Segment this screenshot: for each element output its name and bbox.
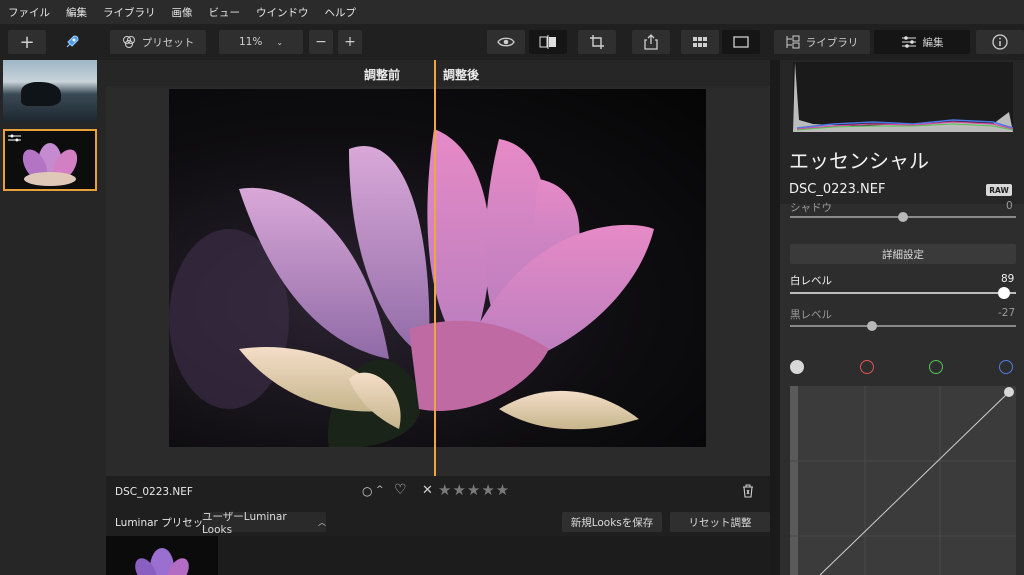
reset-label: リセット調整 <box>688 516 752 529</box>
black-level-label: 黒レベル <box>790 309 832 321</box>
preset-group-value: ユーザーLuminar Looks <box>202 510 287 536</box>
trash-icon[interactable] <box>742 484 754 498</box>
zoom-out-button[interactable]: − <box>309 30 333 54</box>
single-image-icon <box>733 36 749 48</box>
after-label: 調整後 <box>443 68 480 82</box>
preset-thumbnail[interactable] <box>106 536 218 575</box>
raw-badge: RAW <box>986 184 1012 196</box>
menu-library[interactable]: ライブラリ <box>103 5 156 20</box>
curve-channel-red[interactable] <box>860 360 874 374</box>
menu-bar: ファイル 編集 ライブラリ 画像 ビュー ウインドウ ヘルプ <box>0 0 1024 24</box>
rocket-icon[interactable] <box>58 30 86 54</box>
caret-up-icon[interactable]: ^ <box>376 485 384 495</box>
edit-label: 編集 <box>922 36 944 49</box>
menu-file[interactable]: ファイル <box>8 5 50 20</box>
info-button[interactable] <box>976 30 1024 54</box>
black-level-slider-knob[interactable] <box>867 321 877 331</box>
library-tab[interactable]: ライブラリ <box>774 30 870 54</box>
library-icon <box>786 35 800 49</box>
panel-file-name: DSC_0223.NEF <box>789 182 886 197</box>
menu-edit[interactable]: 編集 <box>66 5 87 20</box>
info-bar: DSC_0223.NEF ○ ^ ♡ ✕ ★★★★★ <box>106 476 770 508</box>
black-level-slider-track[interactable] <box>790 325 1016 327</box>
curve-channel-green[interactable] <box>929 360 943 374</box>
eye-button[interactable] <box>487 30 525 54</box>
thumbnail-lotus[interactable] <box>3 129 97 191</box>
sliders-icon <box>901 36 916 48</box>
save-looks-button[interactable]: 新規Looksを保存 <box>562 512 662 532</box>
info-icon <box>992 34 1008 50</box>
star-rating[interactable]: ★★★★★ <box>438 481 510 499</box>
advanced-settings-button[interactable]: 詳細設定 <box>790 244 1016 264</box>
toolbar: + プリセット 11% ⌄ − + ライブラリ 編集 <box>0 24 1024 60</box>
thumbnail-seascape[interactable] <box>3 60 97 122</box>
add-label: + <box>19 31 35 53</box>
image-file-name: DSC_0223.NEF <box>115 486 193 498</box>
zoom-in-button[interactable]: + <box>338 30 362 54</box>
zoom-minus: − <box>315 34 327 50</box>
library-label: ライブラリ <box>805 36 859 49</box>
white-level-slider-track[interactable] <box>790 292 1016 294</box>
crop-icon <box>590 35 604 49</box>
menu-window[interactable]: ウインドウ <box>256 5 309 20</box>
eye-icon <box>497 37 515 47</box>
grid-view-button[interactable] <box>681 30 719 54</box>
zoom-plus: + <box>344 34 356 50</box>
panel-gutter <box>770 60 780 575</box>
chevron-down-icon: ⌄ <box>276 37 284 47</box>
before-label: 調整前 <box>364 68 401 82</box>
curve-channel-luminance[interactable] <box>790 360 804 374</box>
black-level-value: -27 <box>998 307 1016 319</box>
preset-bar: Luminar プリセット ユーザーLuminar Looks ︿ 新規Look… <box>106 508 770 536</box>
preset-button[interactable]: プリセット <box>110 30 206 54</box>
label-circle-icon[interactable]: ○ <box>362 484 372 498</box>
menu-view[interactable]: ビュー <box>209 5 241 20</box>
menu-image[interactable]: 画像 <box>172 5 193 20</box>
preset-label: プリセット <box>141 36 195 49</box>
grid-icon <box>693 37 707 47</box>
share-icon <box>644 34 658 50</box>
menu-help[interactable]: ヘルプ <box>325 5 357 20</box>
single-view-button[interactable] <box>722 30 760 54</box>
white-level-label: 白レベル <box>790 275 832 287</box>
reject-icon[interactable]: ✕ <box>422 483 433 498</box>
histogram <box>793 62 1014 132</box>
curve-channel-blue[interactable] <box>999 360 1013 374</box>
panel-title: エッセンシャル <box>789 149 929 173</box>
preset-icon <box>122 36 135 48</box>
preset-bar-label: Luminar プリセット <box>115 517 214 529</box>
white-level-slider-knob[interactable] <box>998 287 1010 299</box>
save-looks-label: 新規Looksを保存 <box>570 516 654 529</box>
image-canvas[interactable] <box>106 86 770 476</box>
compare-button[interactable] <box>529 30 567 54</box>
filmstrip <box>0 60 106 575</box>
shadow-label: シャドウ <box>790 202 832 214</box>
chevron-up-icon: ︿ <box>318 517 326 527</box>
shadow-slider-knob[interactable] <box>898 212 908 222</box>
tone-curve[interactable] <box>790 386 1016 575</box>
edit-tab[interactable]: 編集 <box>874 30 970 54</box>
shadow-value: 0 <box>1006 200 1013 212</box>
white-level-value: 89 <box>1001 273 1015 285</box>
zoom-value: 11% <box>238 36 263 48</box>
preset-group-select[interactable]: ユーザーLuminar Looks ︿ <box>202 511 326 536</box>
share-button[interactable] <box>632 30 670 54</box>
crop-button[interactable] <box>578 30 616 54</box>
photo-lotus <box>169 89 706 447</box>
lotus-thumb-art <box>22 143 78 186</box>
heart-icon[interactable]: ♡ <box>394 482 407 498</box>
split-view-icon <box>539 35 556 49</box>
compare-divider-handle[interactable] <box>434 60 436 476</box>
zoom-select[interactable]: 11% ⌄ <box>219 30 303 54</box>
advanced-label: 詳細設定 <box>882 248 924 261</box>
add-button[interactable]: + <box>8 30 46 54</box>
reset-adjustments-button[interactable]: リセット調整 <box>670 512 770 532</box>
curve-point-handle[interactable] <box>1004 387 1014 397</box>
compare-header: 調整前 調整後 <box>106 60 770 86</box>
